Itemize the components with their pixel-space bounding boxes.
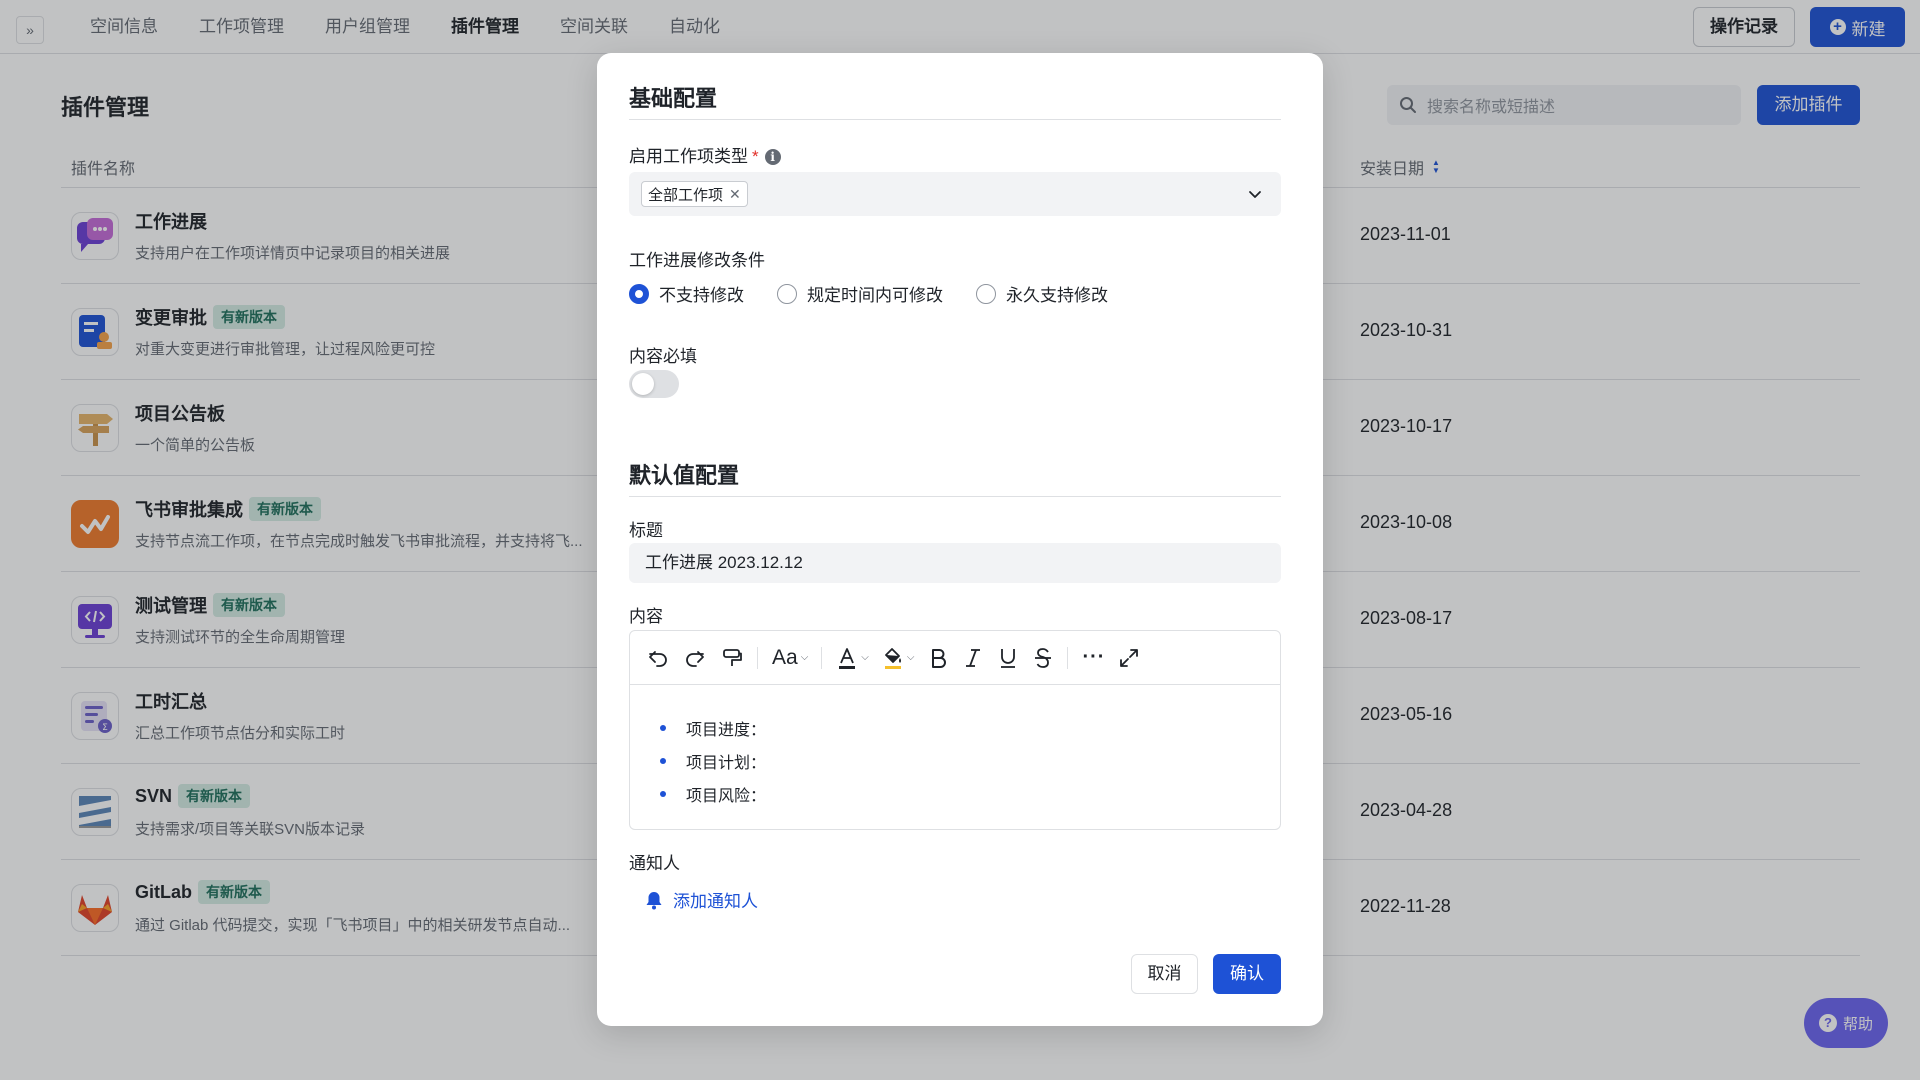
chevron-down-icon [1249,191,1261,198]
radio-label: 永久支持修改 [1006,286,1108,305]
type-field-label: 启用工作项类型 * i [629,142,781,167]
editor-toolbar: Aa ⌵ ⌵ ⌵ ··· [630,631,1280,685]
rich-text-editor[interactable]: Aa ⌵ ⌵ ⌵ ··· 项目进度： 项目计划： 项目风险： [629,630,1281,830]
bell-icon [646,891,662,909]
info-icon[interactable]: i [764,149,781,165]
font-size-label: Aa [772,645,798,669]
undo-icon[interactable] [646,643,670,673]
divider [629,119,1281,120]
fullscreen-icon[interactable] [1118,643,1140,673]
cancel-button[interactable]: 取消 [1131,954,1198,994]
title-field-label: 标题 [629,521,663,540]
content-required-toggle[interactable] [629,370,679,398]
font-size-dropdown[interactable]: Aa ⌵ [772,643,808,673]
radio-always-modifiable[interactable]: 永久支持修改 [976,281,1108,306]
list-item: 项目风险： [660,777,1280,810]
modify-condition-radio-group: 不支持修改 规定时间内可修改 永久支持修改 [629,281,1141,306]
content-required-label: 内容必填 [629,347,697,366]
editor-body[interactable]: 项目进度： 项目计划： 项目风险： [630,685,1280,810]
selected-tag: 全部工作项 ✕ [641,181,748,207]
notify-field-label: 通知人 [629,854,680,873]
caret-down-icon: ⌵ [861,652,869,663]
caret-down-icon: ⌵ [906,652,915,663]
default-config-title: 默认值配置 [629,463,740,488]
bullet-dot [660,790,666,797]
list-item: 项目计划： [660,744,1280,777]
divider [629,496,1281,497]
modify-condition-label: 工作进展修改条件 [629,251,765,270]
list-item: 项目进度： [660,711,1280,744]
radio-modifiable-in-time[interactable]: 规定时间内可修改 [777,281,943,306]
add-notify-button[interactable]: 添加通知人 [645,887,758,912]
italic-icon[interactable] [962,643,984,673]
list-item-text: 项目进度： [686,721,767,739]
radio-checked-icon [629,283,649,304]
confirm-button[interactable]: 确认 [1213,954,1281,994]
toolbar-divider [757,646,758,669]
basic-config-title: 基础配置 [629,86,718,111]
toggle-knob [632,373,654,395]
redo-icon[interactable] [683,643,707,673]
highlight-color-icon[interactable]: ⌵ [882,643,915,673]
radio-label: 不支持修改 [659,286,744,305]
bullet-dot [660,724,666,731]
toolbar-divider [821,646,823,669]
type-label-text: 启用工作项类型 [629,147,748,166]
work-item-type-select[interactable]: 全部工作项 ✕ [629,172,1281,216]
radio-unchecked-icon [976,283,996,304]
more-icon[interactable]: ··· [1082,643,1105,673]
plugin-config-dialog: 基础配置 启用工作项类型 * i 全部工作项 ✕ 工作进展修改条件 不支持修改 规定… [597,53,1323,1026]
bullet-dot [660,757,666,764]
text-color-icon[interactable]: ⌵ [836,643,869,673]
format-painter-icon[interactable] [720,643,744,673]
radio-label: 规定时间内可修改 [807,286,943,305]
tag-close-icon[interactable]: ✕ [729,186,741,203]
list-item-text: 项目风险： [686,787,767,805]
list-item-text: 项目计划： [686,754,767,772]
toolbar-divider [1067,646,1069,669]
underline-icon[interactable] [997,643,1019,673]
add-notify-label: 添加通知人 [673,892,758,911]
radio-unchecked-icon [777,283,797,304]
content-field-label: 内容 [629,607,663,626]
radio-not-modifiable[interactable]: 不支持修改 [629,281,744,306]
bold-icon[interactable] [927,643,949,673]
selected-tag-label: 全部工作项 [648,186,724,204]
title-input[interactable]: 工作进展 2023.12.12 [629,543,1281,583]
required-mark: * [752,147,759,166]
strikethrough-icon[interactable] [1032,643,1054,673]
caret-down-icon: ⌵ [800,652,809,663]
